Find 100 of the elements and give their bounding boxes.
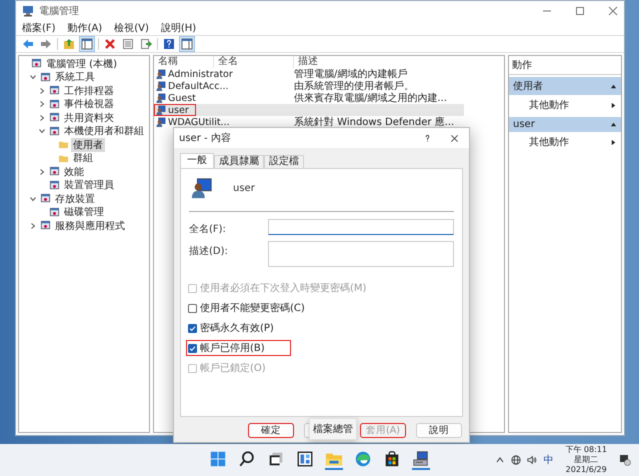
back-arrow-icon[interactable] xyxy=(21,37,35,51)
section-title: 使用者 xyxy=(513,80,543,93)
checkbox[interactable] xyxy=(188,344,197,352)
help-icon[interactable] xyxy=(162,37,176,51)
tree-item[interactable]: 存放裝置 xyxy=(53,192,97,206)
column-header[interactable]: 描述 xyxy=(294,56,504,68)
checkbox[interactable] xyxy=(188,324,197,332)
description-field[interactable] xyxy=(268,241,454,267)
chevron-up-icon[interactable] xyxy=(495,455,506,465)
folder-icon xyxy=(58,139,69,150)
console-icon xyxy=(49,166,60,178)
export-icon[interactable] xyxy=(139,37,153,51)
user-name: Administrator xyxy=(168,68,233,80)
tree-item[interactable]: 裝置管理員 xyxy=(62,178,116,192)
list-row[interactable]: Guest 供來賓存取電腦/網域之用的內建... xyxy=(154,92,464,104)
tree-item[interactable]: 事件檢視器 xyxy=(62,97,116,112)
actions-section[interactable]: user xyxy=(509,117,621,132)
action-pane-icon[interactable] xyxy=(180,37,194,51)
close-icon[interactable] xyxy=(450,134,459,142)
help-icon[interactable] xyxy=(423,134,432,142)
field-label: 全名(F): xyxy=(189,223,227,236)
user-name: DefaultAcc... xyxy=(168,80,229,92)
user-icon xyxy=(156,105,166,115)
tree-item[interactable]: 群組 xyxy=(71,151,95,166)
column-header[interactable]: 全名 xyxy=(214,56,294,68)
expand-chevron-icon[interactable] xyxy=(38,86,46,95)
user-name: user xyxy=(233,182,255,194)
list-row[interactable]: WDAGUtilit... 系統針對 Windows Defender 應... xyxy=(154,116,464,128)
list-row[interactable]: DefaultAcc... 由系統管理的使用者帳戶。 xyxy=(154,80,464,92)
tree-item[interactable]: 使用者 xyxy=(71,138,105,152)
list-row[interactable]: user xyxy=(154,104,464,116)
action-item[interactable]: 其他動作 xyxy=(529,98,569,112)
actions-title: 動作 xyxy=(509,56,621,75)
menu-item[interactable]: 動作(A) xyxy=(68,21,102,35)
description: 供來賓存取電腦/網域之用的內建... xyxy=(294,92,448,105)
expand-chevron-icon[interactable] xyxy=(29,222,37,230)
clock[interactable]: 下午 08:11 星期二 2021/6/29 xyxy=(565,445,607,475)
expand-chevron-icon[interactable] xyxy=(38,114,46,122)
close-icon[interactable] xyxy=(608,6,618,16)
actions-section[interactable]: 使用者 xyxy=(509,77,621,95)
column-header[interactable]: 名稱 xyxy=(154,56,214,68)
computer-icon[interactable] xyxy=(412,450,430,470)
tree-item[interactable]: 效能 xyxy=(62,164,86,179)
console-icon xyxy=(40,220,51,232)
checkbox-label: 使用者必須在下次登入時變更密碼(M) xyxy=(200,282,366,295)
dialog-title: user - 內容 xyxy=(179,132,231,145)
tree-item[interactable]: 系統工具 xyxy=(53,70,97,84)
dialog-button[interactable]: 說明 xyxy=(416,423,462,438)
console-icon xyxy=(40,72,51,83)
submenu-arrow-icon xyxy=(610,138,617,146)
collapse-chevron-icon[interactable] xyxy=(38,127,46,136)
tab[interactable]: 設定檔 xyxy=(264,155,304,168)
computer-icon xyxy=(22,5,34,17)
console-icon xyxy=(49,98,60,110)
tree-item[interactable]: 本機使用者和群組 xyxy=(62,124,146,138)
globe-icon[interactable] xyxy=(511,455,522,465)
tooltip: 檔案總管 xyxy=(309,418,357,440)
menu-item[interactable]: 檢視(V) xyxy=(114,21,149,35)
dialog-button[interactable]: 確定 xyxy=(248,423,294,438)
tree-item[interactable]: 工作排程器 xyxy=(62,84,116,98)
submenu-arrow-icon xyxy=(610,102,617,108)
tree-item[interactable]: 磁碟管理 xyxy=(62,205,106,220)
list-row[interactable]: Administrator 管理電腦/網域的內建帳戶 xyxy=(154,68,464,80)
folder-up-icon[interactable] xyxy=(62,37,76,51)
full-name-field[interactable] xyxy=(268,219,454,235)
description: 由系統管理的使用者帳戶。 xyxy=(294,80,415,92)
tree-pane-icon[interactable] xyxy=(80,37,94,51)
window-title: 電腦管理 xyxy=(39,5,79,18)
tab[interactable]: 成員隸屬 xyxy=(214,155,264,168)
user-name: WDAGUtilit... xyxy=(168,116,230,128)
user-icon xyxy=(156,69,166,79)
properties-icon[interactable] xyxy=(121,37,135,51)
console-icon xyxy=(31,58,42,70)
tree-item[interactable]: 服務與應用程式 xyxy=(53,218,127,233)
speaker-icon[interactable] xyxy=(527,455,538,465)
checkbox[interactable] xyxy=(188,304,197,312)
menu-item[interactable]: 檔案(F) xyxy=(22,21,56,35)
delete-icon[interactable] xyxy=(103,37,117,51)
input-method-indicator[interactable]: 中 xyxy=(543,453,554,467)
tree-item[interactable]: 電腦管理 (本機) xyxy=(44,56,119,71)
expand-chevron-icon[interactable] xyxy=(38,100,46,108)
forward-arrow-icon[interactable] xyxy=(39,37,53,51)
clock-time: 下午 08:11 xyxy=(565,445,607,455)
collapse-chevron-icon[interactable] xyxy=(29,73,37,82)
checkbox-label: 使用者不能變更密碼(C) xyxy=(200,302,305,315)
maximize-icon[interactable] xyxy=(575,6,585,16)
checkbox-label: 帳戶已鎖定(O) xyxy=(200,362,266,375)
tree-item[interactable]: 共用資料夾 xyxy=(62,110,116,125)
tab[interactable]: 一般 xyxy=(180,153,214,168)
description: 管理電腦/網域的內建帳戶 xyxy=(294,68,408,80)
menu-item[interactable]: 說明(H) xyxy=(160,21,196,35)
console-icon xyxy=(49,180,60,191)
action-item[interactable]: 其他動作 xyxy=(529,135,569,149)
user-icon xyxy=(156,117,166,127)
notification-icon[interactable] xyxy=(619,454,631,466)
collapse-chevron-icon[interactable] xyxy=(29,194,37,203)
user-icon xyxy=(156,81,166,91)
expand-chevron-icon[interactable] xyxy=(38,168,46,176)
field-label: 描述(D): xyxy=(189,244,229,258)
checkbox-label: 密碼永久有效(P) xyxy=(200,322,274,335)
